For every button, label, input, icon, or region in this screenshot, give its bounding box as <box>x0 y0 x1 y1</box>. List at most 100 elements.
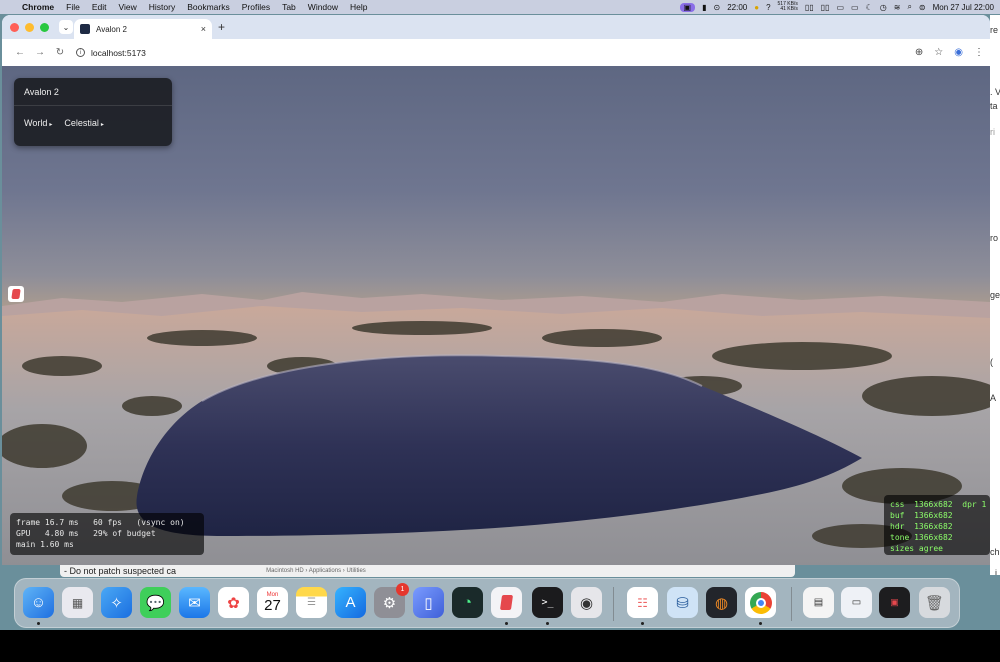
menu-window[interactable]: Window <box>302 2 344 12</box>
mail-icon[interactable]: ✉ <box>179 587 210 618</box>
running-indicator <box>505 622 508 625</box>
tab-close-icon[interactable]: × <box>201 24 206 34</box>
menu-app-chrome[interactable]: Chrome <box>16 2 60 12</box>
minimize-window-button[interactable] <box>25 22 34 32</box>
menu-help[interactable]: Help <box>344 2 373 12</box>
buffer-line-css: css 1366x682 dpr 1 <box>890 500 987 509</box>
buffer-line-agree: sizes agree <box>890 544 943 553</box>
reload-button[interactable]: ↻ <box>50 47 70 58</box>
extension-badge-icon[interactable] <box>8 286 24 302</box>
clipboard-icon[interactable]: ▮ <box>702 3 706 12</box>
zoom-icon[interactable]: ⊕ <box>915 47 923 58</box>
running-indicator <box>641 622 644 625</box>
menu-profiles[interactable]: Profiles <box>236 2 276 12</box>
document-stack-icon[interactable]: ▭ <box>841 587 872 618</box>
new-tab-button[interactable]: + <box>218 20 225 34</box>
memory-icon[interactable]: ▯▯ <box>805 3 814 12</box>
address-bar[interactable]: i localhost:5173 <box>76 48 146 58</box>
buffer-line-buf: buf 1366x682 <box>890 511 953 520</box>
buffer-sizes-hud: css 1366x682 dpr 1 buf 1366x682 hdr 1366x6… <box>884 495 990 555</box>
disk-utility-icon[interactable]: ⛁ <box>667 587 698 618</box>
network-speed[interactable]: 517 KB/s 41 KB/s <box>778 2 798 12</box>
menubar-datetime[interactable]: Mon 27 Jul 22:00 <box>933 3 994 12</box>
bg-fragment: re <box>990 25 999 35</box>
notes-icon[interactable]: ☰ <box>296 587 327 618</box>
browser-toolbar: ← → ↻ i localhost:5173 ⊕ ☆ ◉ ⋮ <box>2 39 990 66</box>
trash-icon[interactable]: 🗑 <box>919 587 950 618</box>
desktop: Chrome File Edit View History Bookmarks … <box>0 0 1000 662</box>
celestial-menu[interactable]: Celestial ▸ <box>64 118 104 128</box>
time-machine-icon[interactable]: ◷ <box>880 3 887 12</box>
link-icon[interactable]: ⊙ <box>714 3 721 12</box>
screenshot-stack-icon[interactable]: ▣ <box>879 587 910 618</box>
bg-fragment: A <box>990 393 997 403</box>
downloads-stack-icon[interactable]: ▤ <box>803 587 834 618</box>
tab-avalon[interactable]: Avalon 2 × <box>74 19 212 39</box>
app-store-icon[interactable]: A <box>335 587 366 618</box>
simulator-icon[interactable]: ▯ <box>413 587 444 618</box>
activity-gauge-icon[interactable]: ◔ <box>452 587 483 618</box>
browser-window: ⌄ Avalon 2 × + ← → ↻ i localhost:5173 ⊕ … <box>2 15 990 565</box>
stats-line-gpu: GPU 4.80 ms 29% of budget <box>16 529 156 538</box>
system-settings-icon[interactable]: ⚙ 1 <box>374 583 409 618</box>
world-menu-label: World <box>24 118 48 128</box>
stats-line-main: main 1.60 ms <box>16 540 74 549</box>
control-center-icon[interactable]: ⊜ <box>919 3 926 12</box>
menu-tab[interactable]: Tab <box>276 2 302 12</box>
battery-icon[interactable]: ▭ <box>851 3 859 12</box>
blender-icon[interactable]: ◍ <box>706 587 737 618</box>
app-control-panel: Avalon 2 World ▸ Celestial ▸ <box>14 78 172 146</box>
red-app-glyph <box>499 595 514 610</box>
status-area: ▣ ▮ ⊙ 22:00 ● ? 517 KB/s 41 KB/s ▯▯ ▯▯ ▭… <box>679 0 994 14</box>
forward-button[interactable]: → <box>30 47 50 58</box>
address-text[interactable]: localhost:5173 <box>91 48 146 58</box>
site-info-icon[interactable]: i <box>76 48 85 57</box>
world-menu[interactable]: World ▸ <box>24 118 52 128</box>
messages-icon[interactable]: 💬 <box>140 587 171 618</box>
safari-icon[interactable]: ✧ <box>101 587 132 618</box>
profile-icon[interactable]: ◉ <box>954 47 963 58</box>
screen-share-icon[interactable]: ▣ <box>679 2 696 12</box>
menu-edit[interactable]: Edit <box>86 2 113 12</box>
tab-search-chevron-icon[interactable]: ⌄ <box>59 20 73 34</box>
red-app-icon[interactable] <box>491 587 522 618</box>
textedit-icon[interactable]: ☷ <box>627 587 658 618</box>
moon-icon[interactable]: ☾ <box>866 3 873 12</box>
close-window-button[interactable] <box>10 22 19 32</box>
chrome-center <box>755 597 766 608</box>
bookmark-star-icon[interactable]: ☆ <box>934 47 943 58</box>
menu-history[interactable]: History <box>143 2 181 12</box>
window-icon[interactable]: ▭ <box>836 3 844 12</box>
app-menu: World ▸ Celestial ▸ <box>14 106 172 140</box>
menu-file[interactable]: File <box>60 2 86 12</box>
search-icon[interactable]: ⌕ <box>907 2 911 12</box>
bg-fragment: ge <box>990 290 1000 300</box>
photos-icon[interactable]: ✿ <box>218 587 249 618</box>
calendar-icon[interactable]: Mon 27 <box>257 587 288 618</box>
menu-view[interactable]: View <box>112 2 142 12</box>
menu-bookmarks[interactable]: Bookmarks <box>181 2 236 12</box>
menubar-clock[interactable]: 22:00 <box>727 3 747 12</box>
net-down: 41 KB/s <box>780 6 798 12</box>
tab-favicon-icon <box>80 24 90 34</box>
terminal-icon[interactable]: >_ <box>532 587 563 618</box>
chrome-icon[interactable] <box>745 587 776 618</box>
help-icon[interactable]: ? <box>766 3 770 12</box>
screenshot-icon[interactable]: ◉ <box>571 587 602 618</box>
bg-fragment: . V <box>990 87 1000 97</box>
render-viewport[interactable]: Avalon 2 World ▸ Celestial ▸ frame 16.7 ms… <box>2 66 990 565</box>
background-window: re . V ta ri ro ge ( A ch , j sx <box>990 15 1000 575</box>
amphetamine-icon[interactable]: ● <box>754 3 759 12</box>
finder-breadcrumb[interactable]: Macintosh HD › Applications › Utilities <box>266 568 366 574</box>
wifi-icon[interactable]: ≋ <box>894 3 901 12</box>
bg-fragment: ri <box>990 127 995 137</box>
back-button[interactable]: ← <box>10 47 30 58</box>
more-menu-icon[interactable]: ⋮ <box>974 47 984 58</box>
launchpad-icon[interactable]: ▦ <box>62 587 93 618</box>
dock-separator <box>791 587 792 621</box>
stats-line-frame: frame 16.7 ms 60 fps (vsync on) <box>16 518 185 527</box>
cpu-icon[interactable]: ▯▯ <box>821 3 830 12</box>
zoom-window-button[interactable] <box>40 22 49 32</box>
finder-icon[interactable]: ☺ <box>23 587 54 618</box>
window-controls <box>10 22 49 32</box>
